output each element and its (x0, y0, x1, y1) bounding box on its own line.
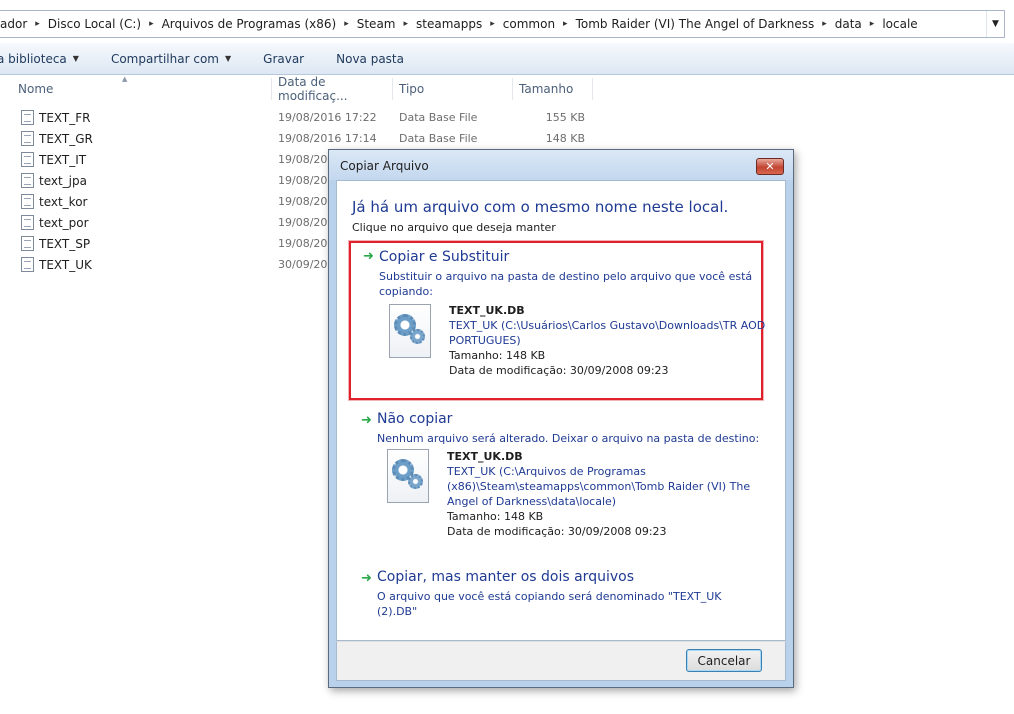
dialog-title: Copiar Arquivo (340, 159, 429, 173)
copy-keep-both-option[interactable]: ➜ Copiar, mas manter os dois arquivos O … (349, 565, 763, 618)
new-folder-button[interactable]: Nova pasta (320, 43, 420, 74)
database-file-icon (21, 110, 34, 125)
burn-button[interactable]: Gravar (247, 43, 320, 74)
option-title: Copiar, mas manter os dois arquivos (377, 569, 634, 585)
conflict-heading: Já há um arquivo com o mesmo nome neste … (352, 198, 729, 216)
file-settings-icon (389, 304, 431, 358)
file-row[interactable]: TEXT_GR 19/08/2016 17:14 Data Base File … (0, 128, 600, 149)
column-header-name[interactable]: Nome ▲ (0, 75, 272, 100)
column-header-date[interactable]: Data de modificaç... (272, 75, 393, 103)
include-in-library-button[interactable]: a biblioteca ▼ (0, 43, 95, 74)
database-file-icon (21, 257, 34, 272)
copy-and-replace-option[interactable]: ➜ Copiar e Substituir Substituir o arqui… (349, 241, 765, 400)
address-dropdown-icon[interactable]: ▼ (986, 11, 1004, 37)
destination-file-info: TEXT_UK.DB TEXT_UK (C:\Arquivos de Progr… (447, 449, 752, 539)
file-size: Tamanho: 148 KB (449, 349, 546, 362)
green-arrow-icon: ➜ (361, 571, 372, 586)
database-file-icon (21, 194, 34, 209)
file-name: TEXT_UK.DB (447, 450, 523, 463)
column-headers: Nome ▲ Data de modificaç... Tipo Tamanho (0, 75, 1014, 103)
option-title: Não copiar (377, 411, 453, 427)
do-not-copy-option[interactable]: ➜ Não copiar Nenhum arquivo será alterad… (349, 407, 763, 542)
breadcrumb-local-disk[interactable]: Disco Local (C:) (42, 11, 147, 37)
close-icon[interactable]: ✕ (756, 158, 784, 175)
file-size: Tamanho: 148 KB (447, 510, 544, 523)
source-file-info: TEXT_UK.DB TEXT_UK (C:\Usuários\Carlos G… (449, 303, 769, 378)
breadcrumb-separator-icon[interactable]: ▸ (820, 19, 829, 29)
dropdown-arrow-icon: ▼ (224, 54, 232, 63)
database-file-icon (21, 173, 34, 188)
dialog-footer: Cancelar (336, 641, 786, 681)
breadcrumb-steamapps[interactable]: steamapps (410, 11, 488, 37)
database-file-icon (21, 236, 34, 251)
file-path: TEXT_UK (C:\Usuários\Carlos Gustavo\Down… (449, 319, 766, 347)
command-bar: a biblioteca ▼ Compartilhar com ▼ Gravar N… (0, 43, 1014, 75)
sort-ascending-icon: ▲ (122, 75, 128, 83)
database-file-icon (21, 215, 34, 230)
breadcrumb-separator-icon[interactable]: ▸ (33, 19, 42, 29)
file-row[interactable]: TEXT_FR 19/08/2016 17:22 Data Base File … (0, 107, 600, 128)
file-path: TEXT_UK (C:\Arquivos de Programas (x86)\… (447, 465, 751, 508)
option-description: Substituir o arquivo na pasta de destino… (379, 270, 753, 298)
column-header-type[interactable]: Tipo (393, 78, 513, 100)
option-description: Nenhum arquivo será alterado. Deixar o a… (377, 432, 760, 445)
cancel-button[interactable]: Cancelar (686, 649, 762, 672)
column-header-size[interactable]: Tamanho (513, 78, 593, 100)
green-arrow-icon: ➜ (363, 249, 374, 264)
breadcrumb-separator-icon[interactable]: ▸ (868, 19, 877, 29)
breadcrumb-tomb-raider[interactable]: Tomb Raider (VI) The Angel of Darkness (570, 11, 821, 37)
breadcrumb-computer[interactable]: ador (0, 11, 33, 37)
dropdown-arrow-icon: ▼ (72, 54, 79, 63)
breadcrumb-separator-icon[interactable]: ▸ (147, 19, 156, 29)
option-title: Copiar e Substituir (379, 249, 510, 265)
dialog-titlebar[interactable]: Copiar Arquivo ✕ (329, 150, 793, 180)
green-arrow-icon: ➜ (361, 413, 372, 428)
conflict-instruction: Clique no arquivo que deseja manter (352, 221, 556, 234)
database-file-icon (21, 152, 34, 167)
breadcrumb-separator-icon[interactable]: ▸ (342, 19, 351, 29)
option-description: O arquivo que você está copiando será de… (377, 590, 722, 618)
breadcrumb-data[interactable]: data (829, 11, 868, 37)
file-settings-icon (387, 449, 429, 503)
breadcrumb-separator-icon[interactable]: ▸ (401, 19, 410, 29)
file-name: TEXT_UK.DB (449, 304, 525, 317)
breadcrumb-separator-icon[interactable]: ▸ (561, 19, 570, 29)
file-modified-date: Data de modificação: 30/09/2008 09:23 (449, 364, 669, 377)
breadcrumb-program-files[interactable]: Arquivos de Programas (x86) (156, 11, 343, 37)
breadcrumb-common[interactable]: common (497, 11, 561, 37)
database-file-icon (21, 131, 34, 146)
file-modified-date: Data de modificação: 30/09/2008 09:23 (447, 525, 667, 538)
address-bar[interactable]: ador ▸ Disco Local (C:) ▸ Arquivos de Pr… (0, 10, 1005, 38)
breadcrumb-separator-icon[interactable]: ▸ (488, 19, 497, 29)
copy-file-dialog: Copiar Arquivo ✕ Já há um arquivo com o … (328, 149, 794, 688)
breadcrumb-steam[interactable]: Steam (351, 11, 402, 37)
dialog-body: Já há um arquivo com o mesmo nome neste … (336, 180, 786, 641)
breadcrumb-locale[interactable]: locale (876, 11, 923, 37)
share-with-button[interactable]: Compartilhar com ▼ (95, 43, 247, 74)
